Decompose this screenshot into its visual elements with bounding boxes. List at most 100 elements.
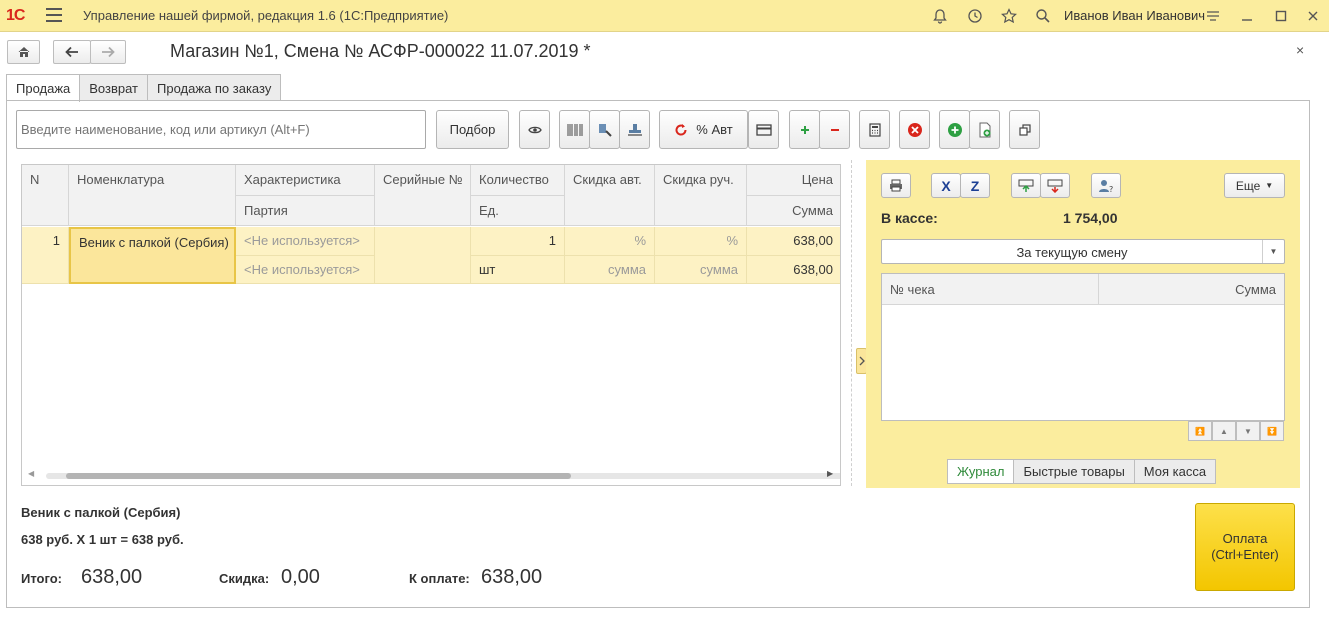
main-menu-icon[interactable] [46, 8, 62, 22]
tab-quick-goods[interactable]: Быстрые товары [1013, 459, 1135, 484]
horizontal-scrollbar[interactable] [46, 473, 840, 479]
first-page-icon[interactable]: ⏫ [1188, 421, 1212, 441]
row-unit[interactable]: шт [471, 256, 565, 284]
topay-label: К оплате: [409, 571, 470, 586]
header-unit[interactable]: Ед. [471, 196, 565, 226]
row-number[interactable]: 1 [22, 227, 69, 284]
stamp-button[interactable] [619, 110, 650, 149]
header-quantity[interactable]: Количество [471, 165, 565, 196]
header-batch[interactable]: Партия [236, 196, 375, 226]
eye-button[interactable] [519, 110, 550, 149]
history-icon[interactable] [965, 6, 985, 26]
pay-button[interactable]: Оплата (Ctrl+Enter) [1195, 503, 1295, 591]
add-button[interactable] [939, 110, 970, 149]
row-characteristic[interactable]: <Не используется> [236, 227, 375, 256]
row-disc-auto-sum[interactable]: сумма [565, 256, 655, 284]
last-page-icon[interactable]: ⏬ [1260, 421, 1284, 441]
barcode-button[interactable] [559, 110, 590, 149]
page-up-icon[interactable]: ▲ [1212, 421, 1236, 441]
period-select[interactable]: За текущую смену ▼ [881, 239, 1285, 264]
header-disc-manual[interactable]: Скидка руч. [655, 165, 747, 226]
page-down-icon[interactable]: ▼ [1236, 421, 1260, 441]
form-close-icon[interactable]: × [1296, 42, 1304, 58]
row-disc-auto-pct[interactable]: % [565, 227, 655, 256]
new-document-button[interactable] [969, 110, 1000, 149]
more-button[interactable]: Еще ▼ [1224, 173, 1285, 198]
tab-journal[interactable]: Журнал [947, 459, 1015, 484]
open-window-button[interactable] [1009, 110, 1040, 149]
row-serial[interactable] [375, 227, 471, 284]
discount-value: 0,00 [281, 566, 320, 588]
print-button[interactable] [881, 173, 911, 198]
panel-splitter[interactable] [851, 160, 852, 486]
row-disc-manual-pct[interactable]: % [655, 227, 747, 256]
tab-my-cash[interactable]: Моя касса [1133, 459, 1217, 484]
add-row-button[interactable] [789, 110, 820, 149]
header-price[interactable]: Цена [747, 165, 840, 196]
z-report-button[interactable]: Z [960, 173, 990, 198]
header-characteristic[interactable]: Характеристика [236, 165, 375, 196]
dropdown-icon[interactable]: ▼ [1262, 240, 1284, 263]
scroll-left-icon[interactable]: ◀ [28, 469, 34, 478]
header-disc-auto[interactable]: Скидка авт. [565, 165, 655, 226]
scrollbar-thumb[interactable] [66, 473, 571, 479]
document-add-icon [979, 122, 990, 137]
maximize-icon[interactable] [1271, 6, 1291, 26]
stamp-icon [627, 123, 642, 136]
header-sum[interactable]: Сумма [747, 196, 840, 226]
close-icon[interactable] [1303, 6, 1323, 26]
receipts-table: № чека Сумма [881, 273, 1285, 421]
tab-sale[interactable]: Продажа [6, 74, 81, 102]
tab-return[interactable]: Возврат [79, 74, 149, 101]
tab-sale-by-order[interactable]: Продажа по заказу [147, 74, 282, 101]
cancel-button[interactable] [899, 110, 930, 149]
home-icon [18, 47, 29, 57]
x-report-button[interactable]: X [931, 173, 961, 198]
card-button[interactable] [748, 110, 779, 149]
total-label: Итого: [21, 571, 62, 586]
scroll-right-icon[interactable]: ▶ [827, 469, 833, 478]
scanner-button[interactable] [589, 110, 620, 149]
bell-icon[interactable] [930, 6, 950, 26]
card-icon [755, 123, 772, 136]
minimize-icon[interactable] [1237, 6, 1257, 26]
app-title: Управление нашей фирмой, редакция 1.6 (1… [83, 8, 449, 23]
user-name[interactable]: Иванов Иван Иванович [1064, 8, 1205, 23]
row-disc-manual-sum[interactable]: сумма [655, 256, 747, 284]
row-batch[interactable]: <Не используется> [236, 256, 375, 284]
row-price[interactable]: 638,00 [747, 227, 840, 256]
auto-discount-label: % Авт [696, 122, 733, 137]
row-sum[interactable]: 638,00 [747, 256, 840, 284]
forward-button[interactable] [90, 40, 126, 64]
arrow-left-icon [65, 46, 78, 58]
row-quantity[interactable]: 1 [471, 227, 565, 256]
printer-icon [890, 179, 902, 192]
header-serial[interactable]: Серийные № [375, 165, 471, 226]
header-item[interactable]: Номенклатура [69, 165, 236, 226]
cashier-button[interactable]: ? [1091, 173, 1121, 198]
back-button[interactable] [53, 40, 91, 64]
topay-value: 638,00 [481, 566, 543, 588]
search-icon[interactable] [1033, 6, 1053, 26]
podbor-button[interactable]: Подбор [436, 110, 509, 149]
svg-text:?: ? [1109, 185, 1113, 193]
menu-icon[interactable] [1203, 6, 1223, 26]
cash-out-button[interactable] [1040, 173, 1070, 198]
user-question-icon: ? [1099, 179, 1113, 193]
star-icon[interactable] [999, 6, 1019, 26]
auto-discount-button[interactable]: % Авт [659, 110, 748, 149]
cash-in-icon [1018, 179, 1034, 192]
refresh-icon [675, 123, 687, 136]
main-tabs: Продажа Возврат Продажа по заказу [6, 74, 282, 102]
arrow-right-icon [102, 46, 115, 58]
remove-row-button[interactable] [819, 110, 850, 149]
search-input[interactable] [16, 110, 426, 149]
calculator-button[interactable] [859, 110, 890, 149]
home-button[interactable] [7, 40, 40, 64]
window-icon [1018, 123, 1031, 136]
cash-in-button[interactable] [1011, 173, 1041, 198]
row-item-cell[interactable]: Веник с палкой (Сербия) [69, 227, 236, 284]
header-receipt-no[interactable]: № чека [882, 274, 1099, 305]
header-n[interactable]: N [22, 165, 69, 226]
header-receipt-sum[interactable]: Сумма [1099, 274, 1284, 305]
